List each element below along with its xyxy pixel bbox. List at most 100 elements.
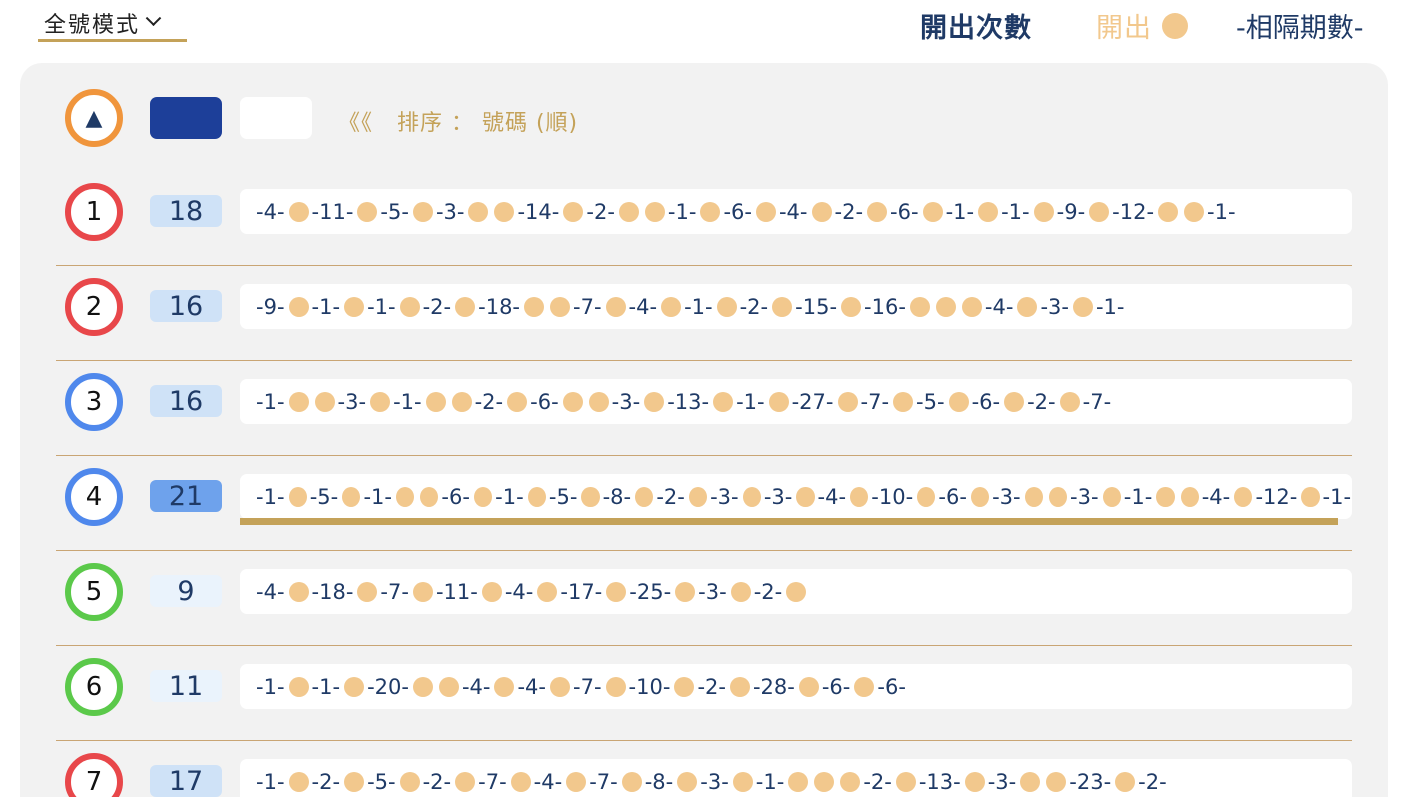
drawn-dot-icon [288, 581, 309, 602]
gap-value: -2- [739, 294, 769, 319]
gap-value: -3- [435, 199, 465, 224]
drawn-dot-icon [1089, 201, 1110, 222]
drawn-dot-icon [1046, 771, 1067, 792]
gap-sequence: -9- -1- -1- -2- -18- -7- -4- -1- -2- -15- -16- -4- -… [240, 284, 1352, 329]
gap-value: -7- [589, 769, 618, 794]
gap-value: -1- [393, 389, 422, 414]
drawn-dot-icon [357, 201, 378, 222]
drawn-dot-icon [605, 676, 626, 697]
gap-value: -5- [548, 484, 578, 509]
legend-open-label: 開出 [1096, 13, 1152, 44]
gap-value: -3- [987, 769, 1017, 794]
drawn-dot-icon [1059, 391, 1080, 412]
drawn-dot-icon [550, 296, 571, 317]
filter-blue-button[interactable] [150, 97, 222, 139]
drawn-dot-icon [412, 581, 433, 602]
drawn-dot-icon [713, 391, 734, 412]
drawn-dot-icon [1024, 486, 1043, 507]
drawn-dot-icon [1072, 296, 1093, 317]
gap-value: -2- [834, 199, 864, 224]
drawn-dot-icon [970, 486, 990, 507]
number-row: 7 17 -1- -2- -5- -2- -7- -4- -7- -8- -3- -1- -2- -13-… [56, 741, 1352, 797]
gap-value: -9- [1056, 199, 1086, 224]
number-row: 1 18 -4- -11- -5- -3- -14- -2- -1- -6- -4- -2- -6- -1… [56, 171, 1352, 266]
gap-value: -5- [916, 389, 945, 414]
drawn-dot-icon [344, 771, 365, 792]
filter-white-button[interactable] [240, 97, 312, 139]
number-ball[interactable]: 6 [65, 658, 123, 716]
drawn-dot-icon [796, 486, 815, 507]
drawn-dot-icon [961, 296, 982, 317]
drawn-dot-icon [621, 771, 642, 792]
drawn-dot-icon [412, 201, 433, 222]
count-badge: 16 [150, 385, 222, 417]
gap-value: -3- [710, 484, 739, 509]
drawn-dot-icon [566, 771, 587, 792]
drawn-dot-icon [288, 676, 309, 697]
drawn-dot-icon [716, 296, 737, 317]
gap-value: -1- [256, 484, 285, 509]
mode-select-dropdown[interactable]: 全號模式 [38, 6, 187, 42]
drawn-dot-icon [922, 201, 943, 222]
drawn-dot-icon [288, 296, 309, 317]
drawn-dot-icon [1184, 201, 1205, 222]
gap-value: -14- [517, 199, 560, 224]
drawn-dot-icon [772, 296, 793, 317]
gap-value: -2- [586, 199, 615, 224]
gap-value: -7- [1082, 389, 1112, 414]
drawn-dot-icon [768, 391, 789, 412]
drawn-dot-icon [455, 771, 476, 792]
count-badge: 21 [150, 480, 222, 512]
legend-count: 開出次數 [920, 13, 1032, 44]
number-ball[interactable]: 5 [65, 563, 123, 621]
drawn-dot-icon [581, 486, 600, 507]
drawn-dot-icon [895, 771, 916, 792]
drawn-dot-icon [605, 296, 626, 317]
drawn-dot-icon [867, 201, 888, 222]
gap-value: -3- [1070, 484, 1099, 509]
number-ball[interactable]: 3 [65, 373, 123, 431]
sort-label[interactable]: 《《 排序 ： 號碼 (順) [338, 105, 578, 137]
gap-value: -1- [256, 674, 285, 699]
drawn-dot-icon [854, 676, 875, 697]
gap-value: -27- [791, 389, 834, 414]
number-ball[interactable]: 2 [65, 278, 123, 336]
drawn-dot-icon [661, 296, 682, 317]
gap-value: -1- [311, 294, 341, 319]
gap-value: -1- [684, 294, 713, 319]
drawn-dot-icon [455, 296, 476, 317]
drawn-dot-icon [732, 771, 753, 792]
drawn-dot-icon [1301, 486, 1320, 507]
gap-value: -7- [860, 389, 890, 414]
gap-value: -2- [474, 389, 504, 414]
gap-value: -10- [628, 674, 671, 699]
sort-toggle-button[interactable]: ▲ [65, 89, 123, 147]
gap-sequence: -4- -11- -5- -3- -14- -2- -1- -6- -4- -2- -6- -1- -1… [240, 189, 1352, 234]
gap-value: -3- [337, 389, 367, 414]
drawn-dot-icon [1020, 771, 1041, 792]
drawn-dot-icon [1102, 486, 1121, 507]
number-ball[interactable]: 7 [65, 753, 123, 797]
drawn-dot-icon [524, 296, 545, 317]
gap-value: -6- [877, 674, 906, 699]
gap-value: -2- [1138, 769, 1167, 794]
gap-value: -13- [918, 769, 961, 794]
gap-value: -12- [1112, 199, 1155, 224]
number-row: 3 16 -1- -3- -1- -2- -6- -3- -13- -1- -27- -7- -5- -6… [56, 361, 1352, 456]
gap-value: -1- [1207, 199, 1236, 224]
drawn-dot-icon [755, 201, 776, 222]
drawn-dot-icon [314, 391, 335, 412]
drawn-dot-icon [978, 201, 999, 222]
number-ball[interactable]: 4 [65, 468, 123, 526]
drawn-dot-icon [700, 201, 721, 222]
scroll-indicator[interactable] [240, 518, 1338, 525]
results-panel: ▲ 《《 排序 ： 號碼 (順) 1 18 -4- -11- -5- -3- -14- -2-… [20, 63, 1388, 797]
gap-value: -10- [871, 484, 914, 509]
gap-value: -7- [478, 769, 507, 794]
drawn-dot-icon [438, 676, 459, 697]
gap-value: -8- [602, 484, 632, 509]
gap-value: -8- [644, 769, 674, 794]
count-badge: 16 [150, 290, 222, 322]
drawn-dot-icon [537, 581, 558, 602]
number-ball[interactable]: 1 [65, 183, 123, 241]
